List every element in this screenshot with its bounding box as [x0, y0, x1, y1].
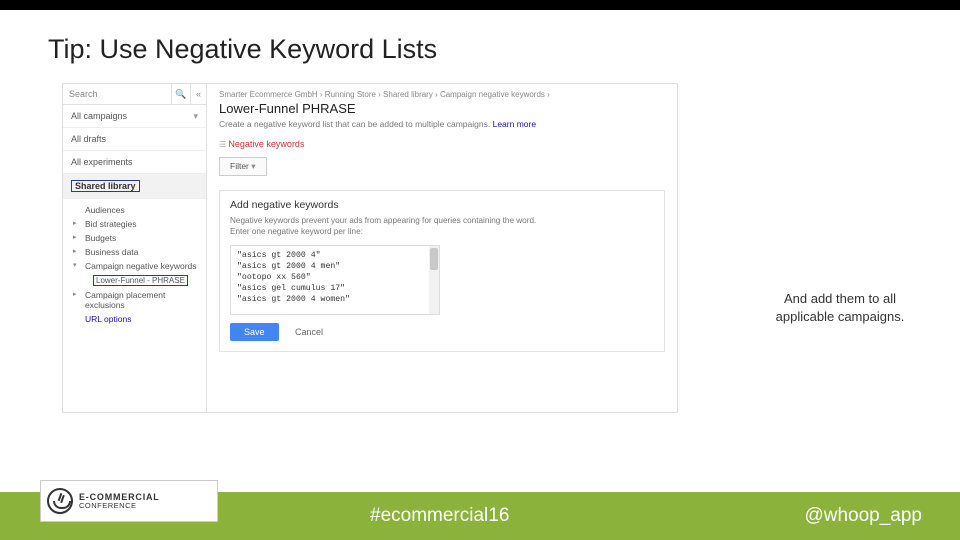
- learn-more-link[interactable]: Learn more: [493, 119, 536, 129]
- kw-line: "asics gt 2000 4": [237, 250, 433, 261]
- sub-audiences[interactable]: Audiences: [79, 203, 206, 217]
- negative-keywords-tab[interactable]: Negative keywords: [219, 139, 665, 149]
- shared-library-subitems: Audiences Bid strategies Budgets Busines…: [63, 199, 206, 326]
- cancel-button[interactable]: Cancel: [285, 323, 333, 341]
- sub-business-data[interactable]: Business data: [79, 245, 206, 259]
- logo-icon: [47, 488, 73, 514]
- nav-all-campaigns[interactable]: All campaigns: [63, 105, 206, 128]
- screenshot-sidebar: Search 🔍 « All campaigns All drafts All …: [63, 84, 207, 412]
- slide-title: Tip: Use Negative Keyword Lists: [48, 34, 960, 65]
- collapse-sidebar-icon[interactable]: «: [190, 84, 206, 104]
- nav-all-experiments[interactable]: All experiments: [63, 151, 206, 174]
- conference-logo: E-COMMERCIAL CONFERENCE: [40, 480, 218, 522]
- panel-title: Add negative keywords: [230, 199, 654, 211]
- nav-shared-library[interactable]: Shared library: [63, 174, 206, 199]
- sub-budgets[interactable]: Budgets: [79, 231, 206, 245]
- logo-text: E-COMMERCIAL CONFERENCE: [79, 493, 160, 510]
- search-input[interactable]: Search: [63, 84, 172, 104]
- sub-url-options[interactable]: URL options: [79, 312, 206, 326]
- kw-line: "ootopo xx 560": [237, 272, 433, 283]
- sub-campaign-placement-exclusions[interactable]: Campaign placement exclusions: [79, 288, 206, 312]
- filter-button[interactable]: Filter: [219, 157, 267, 176]
- screenshot-main: Smarter Ecommerce GmbH › Running Store ›…: [207, 84, 677, 362]
- kw-line: "asics gt 2000 4 men": [237, 261, 433, 272]
- lower-funnel-highlight: Lower-Funnel - PHRASE: [93, 275, 188, 286]
- panel-buttons: Save Cancel: [230, 323, 654, 341]
- kw-line: "asics gt 2000 4 women": [237, 294, 433, 305]
- sub-campaign-negative-keywords[interactable]: Campaign negative keywords: [79, 259, 206, 273]
- page-heading: Lower-Funnel PHRASE: [219, 101, 665, 116]
- search-row: Search 🔍 «: [63, 84, 206, 105]
- kw-line: "asics gel cumulus 17": [237, 283, 433, 294]
- textarea-scrollbar[interactable]: [429, 246, 439, 314]
- screenshot-container: Search 🔍 « All campaigns All drafts All …: [62, 83, 678, 413]
- sub-bid-strategies[interactable]: Bid strategies: [79, 217, 206, 231]
- slide-top-border: [0, 0, 960, 10]
- nav-all-drafts[interactable]: All drafts: [63, 128, 206, 151]
- footer-handle: @whoop_app: [804, 505, 922, 527]
- breadcrumb: Smarter Ecommerce GmbH › Running Store ›…: [219, 90, 665, 99]
- search-icon[interactable]: 🔍: [172, 84, 190, 104]
- add-negative-keywords-panel: Add negative keywords Negative keywords …: [219, 190, 665, 352]
- page-description: Create a negative keyword list that can …: [219, 119, 665, 129]
- panel-help-text: Negative keywords prevent your ads from …: [230, 215, 654, 237]
- sub-lower-funnel-phrase[interactable]: Lower-Funnel - PHRASE: [79, 273, 206, 288]
- slide-footer: E-COMMERCIAL CONFERENCE #ecommercial16 @…: [0, 492, 960, 540]
- keywords-textarea[interactable]: "asics gt 2000 4" "asics gt 2000 4 men" …: [230, 245, 440, 315]
- scrollbar-thumb[interactable]: [430, 248, 438, 270]
- slide-annotation: And add them to all applicable campaigns…: [740, 290, 940, 325]
- footer-hashtag: #ecommercial16: [370, 505, 509, 527]
- save-button[interactable]: Save: [230, 323, 279, 341]
- shared-library-highlight: Shared library: [71, 180, 140, 192]
